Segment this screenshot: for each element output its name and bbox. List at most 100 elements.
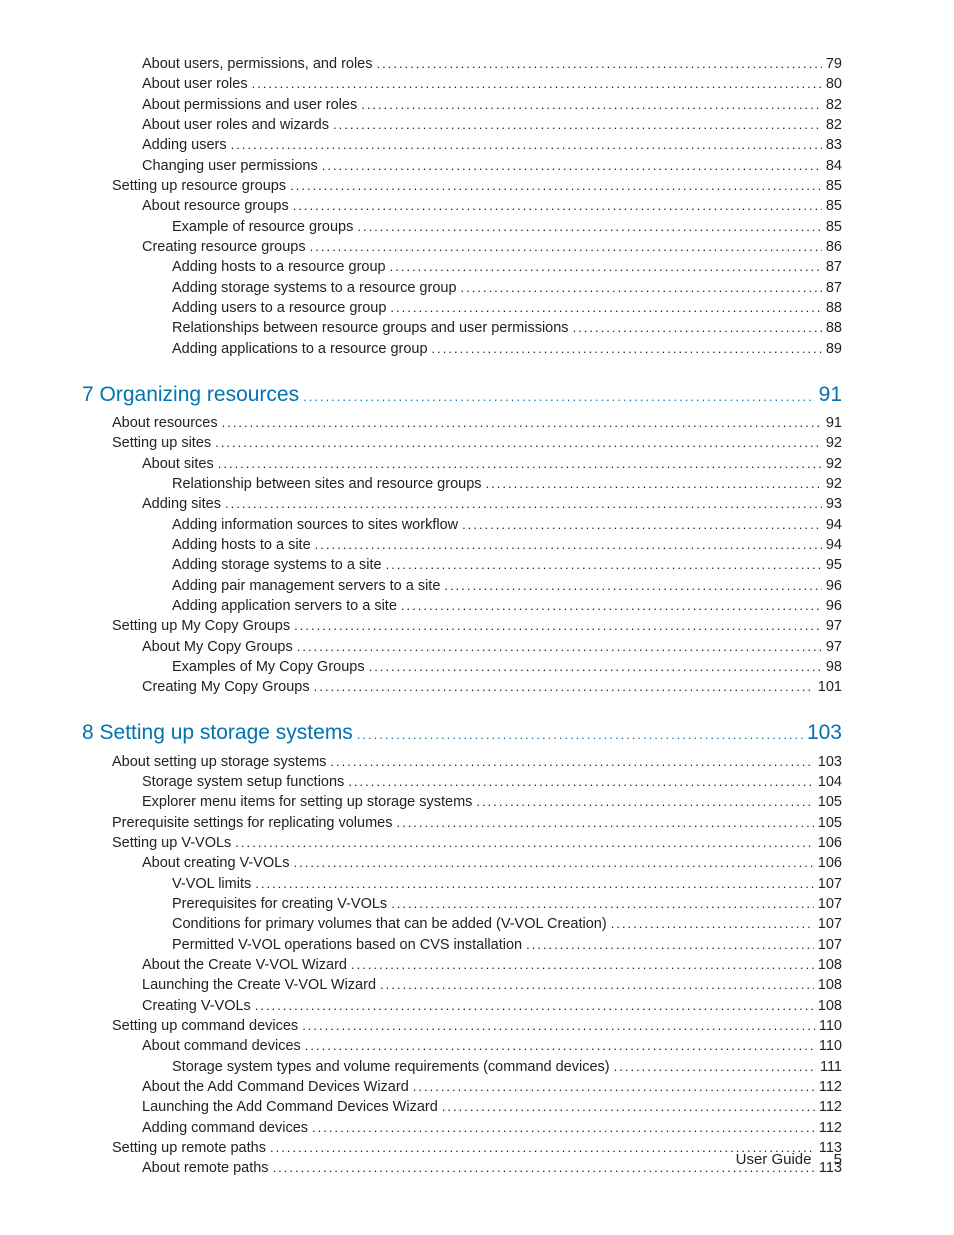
toc-entry[interactable]: Prerequisites for creating V-VOLs107	[82, 895, 842, 914]
toc-entry[interactable]: Adding application servers to a site96	[82, 597, 842, 616]
toc-entry[interactable]: Adding hosts to a site94	[82, 536, 842, 555]
toc-leader-dots	[333, 117, 822, 134]
toc-entry[interactable]: Adding sites93	[82, 495, 842, 514]
toc-leader-dots	[486, 476, 822, 493]
toc-entry[interactable]: Adding storage systems to a site95	[82, 556, 842, 575]
toc-entry-title: Creating My Copy Groups	[142, 678, 314, 697]
toc-entry-title: Adding hosts to a site	[172, 536, 315, 555]
toc-entry[interactable]: About remote paths113	[82, 1159, 842, 1178]
toc-entry-page: 108	[814, 976, 842, 995]
toc-leader-dots	[235, 835, 814, 852]
toc-leader-dots	[390, 300, 821, 317]
toc-entry[interactable]: Relationships between resource groups an…	[82, 319, 842, 338]
toc-entry[interactable]: V-VOL limits107	[82, 875, 842, 894]
toc-chapter-heading[interactable]: 8 Setting up storage systems103	[82, 719, 842, 746]
toc-leader-dots	[293, 198, 822, 215]
toc-entry[interactable]: About users, permissions, and roles79	[82, 55, 842, 74]
toc-entry-title: Adding hosts to a resource group	[172, 258, 390, 277]
toc-entry[interactable]: Adding hosts to a resource group87	[82, 258, 842, 277]
toc-entry[interactable]: Setting up remote paths113	[82, 1139, 842, 1158]
toc-entry[interactable]: Creating resource groups86	[82, 238, 842, 257]
toc-entry-page: 92	[822, 455, 842, 474]
toc-entry[interactable]: About the Add Command Devices Wizard112	[82, 1078, 842, 1097]
toc-entry[interactable]: Adding users83	[82, 136, 842, 155]
toc-entry[interactable]: About user roles and wizards82	[82, 116, 842, 135]
toc-leader-dots	[476, 794, 813, 811]
toc-entry[interactable]: Adding information sources to sites work…	[82, 516, 842, 535]
toc-leader-dots	[322, 158, 822, 175]
toc-entry[interactable]: About resource groups85	[82, 197, 842, 216]
toc-entry-title: Adding application servers to a site	[172, 597, 401, 616]
toc-entry-page: 93	[822, 495, 842, 514]
toc-entry[interactable]: About resources91	[82, 414, 842, 433]
toc-entry[interactable]: Setting up V-VOLs106	[82, 834, 842, 853]
toc-entry-title: About the Add Command Devices Wizard	[142, 1078, 413, 1097]
toc-entry[interactable]: About My Copy Groups97	[82, 638, 842, 657]
toc-entry[interactable]: About user roles80	[82, 75, 842, 94]
page-root: About users, permissions, and roles79Abo…	[0, 0, 954, 1235]
toc-leader-dots	[330, 754, 813, 771]
toc-entry-title: Explorer menu items for setting up stora…	[142, 793, 476, 812]
toc-entry[interactable]: Adding users to a resource group88	[82, 299, 842, 318]
toc-entry-page: 82	[822, 96, 842, 115]
toc-entry[interactable]: Storage system types and volume requirem…	[82, 1058, 842, 1077]
toc-entry-title: Example of resource groups	[172, 218, 357, 237]
toc-entry[interactable]: Setting up resource groups85	[82, 177, 842, 196]
toc-entry[interactable]: Creating V-VOLs108	[82, 997, 842, 1016]
toc-entry-page: 110	[815, 1017, 842, 1036]
toc-entry-page: 111	[816, 1058, 842, 1077]
toc-entry-title: Relationships between resource groups an…	[172, 319, 573, 338]
toc-leader-dots	[312, 1120, 815, 1137]
toc-entry-title: Adding information sources to sites work…	[172, 516, 462, 535]
toc-entry[interactable]: Permitted V-VOL operations based on CVS …	[82, 936, 842, 955]
toc-chapter-heading[interactable]: 7 Organizing resources91	[82, 381, 842, 408]
toc-leader-dots	[255, 998, 814, 1015]
toc-entry[interactable]: Adding storage systems to a resource gro…	[82, 279, 842, 298]
toc-leader-dots	[361, 97, 822, 114]
toc-entry[interactable]: Changing user permissions84	[82, 157, 842, 176]
toc-entry[interactable]: About setting up storage systems103	[82, 753, 842, 772]
toc-entry[interactable]: About permissions and user roles 82	[82, 96, 842, 115]
toc-entry[interactable]: Explorer menu items for setting up stora…	[82, 793, 842, 812]
toc-entry-page: 107	[814, 915, 842, 934]
toc-entry[interactable]: Adding applications to a resource group8…	[82, 340, 842, 359]
toc-entry[interactable]: About the Create V-VOL Wizard108	[82, 956, 842, 975]
toc-leader-dots	[357, 219, 822, 236]
toc-entry[interactable]: Example of resource groups85	[82, 218, 842, 237]
toc-entry[interactable]: Launching the Add Command Devices Wizard…	[82, 1098, 842, 1117]
toc-entry-page: 91	[815, 381, 842, 408]
toc-entry[interactable]: Creating My Copy Groups 101	[82, 678, 842, 697]
toc-entry[interactable]: Adding command devices112	[82, 1119, 842, 1138]
toc-entry[interactable]: Setting up sites92	[82, 434, 842, 453]
toc-leader-dots	[302, 1018, 815, 1035]
toc-entry-title: About resource groups	[142, 197, 293, 216]
toc-entry-title: Permitted V-VOL operations based on CVS …	[172, 936, 526, 955]
toc-entry[interactable]: About creating V-VOLs106	[82, 854, 842, 873]
toc-entry-title: About permissions and user roles	[142, 96, 361, 115]
toc-entry[interactable]: About sites92	[82, 455, 842, 474]
toc-entry[interactable]: Setting up My Copy Groups97	[82, 617, 842, 636]
toc-entry[interactable]: Adding pair management servers to a site…	[82, 577, 842, 596]
toc-entry-title: About user roles	[142, 75, 252, 94]
toc-leader-dots	[255, 876, 814, 893]
toc-entry[interactable]: Storage system setup functions104	[82, 773, 842, 792]
toc-entry-page: 87	[822, 279, 842, 298]
toc-entry[interactable]: Setting up command devices110	[82, 1017, 842, 1036]
toc-entry-page: 97	[822, 617, 842, 636]
toc-leader-dots	[297, 639, 822, 656]
toc-entry[interactable]: Launching the Create V-VOL Wizard108	[82, 976, 842, 995]
toc-leader-dots	[351, 957, 814, 974]
toc-entry[interactable]: Conditions for primary volumes that can …	[82, 915, 842, 934]
toc-entry[interactable]: Prerequisite settings for replicating vo…	[82, 814, 842, 833]
toc-entry-title: Setting up sites	[112, 434, 215, 453]
toc-entry[interactable]: About command devices110	[82, 1037, 842, 1056]
toc-entry-page: 101	[814, 678, 842, 697]
toc-entry-title: About user roles and wizards	[142, 116, 333, 135]
toc-entry-page: 105	[814, 793, 842, 812]
toc-entry-title: Setting up V-VOLs	[112, 834, 235, 853]
toc-entry-title: About creating V-VOLs	[142, 854, 294, 873]
toc-leader-dots	[461, 280, 822, 297]
toc-entry[interactable]: Examples of My Copy Groups98	[82, 658, 842, 677]
toc-entry-page: 95	[822, 556, 842, 575]
toc-entry[interactable]: Relationship between sites and resource …	[82, 475, 842, 494]
